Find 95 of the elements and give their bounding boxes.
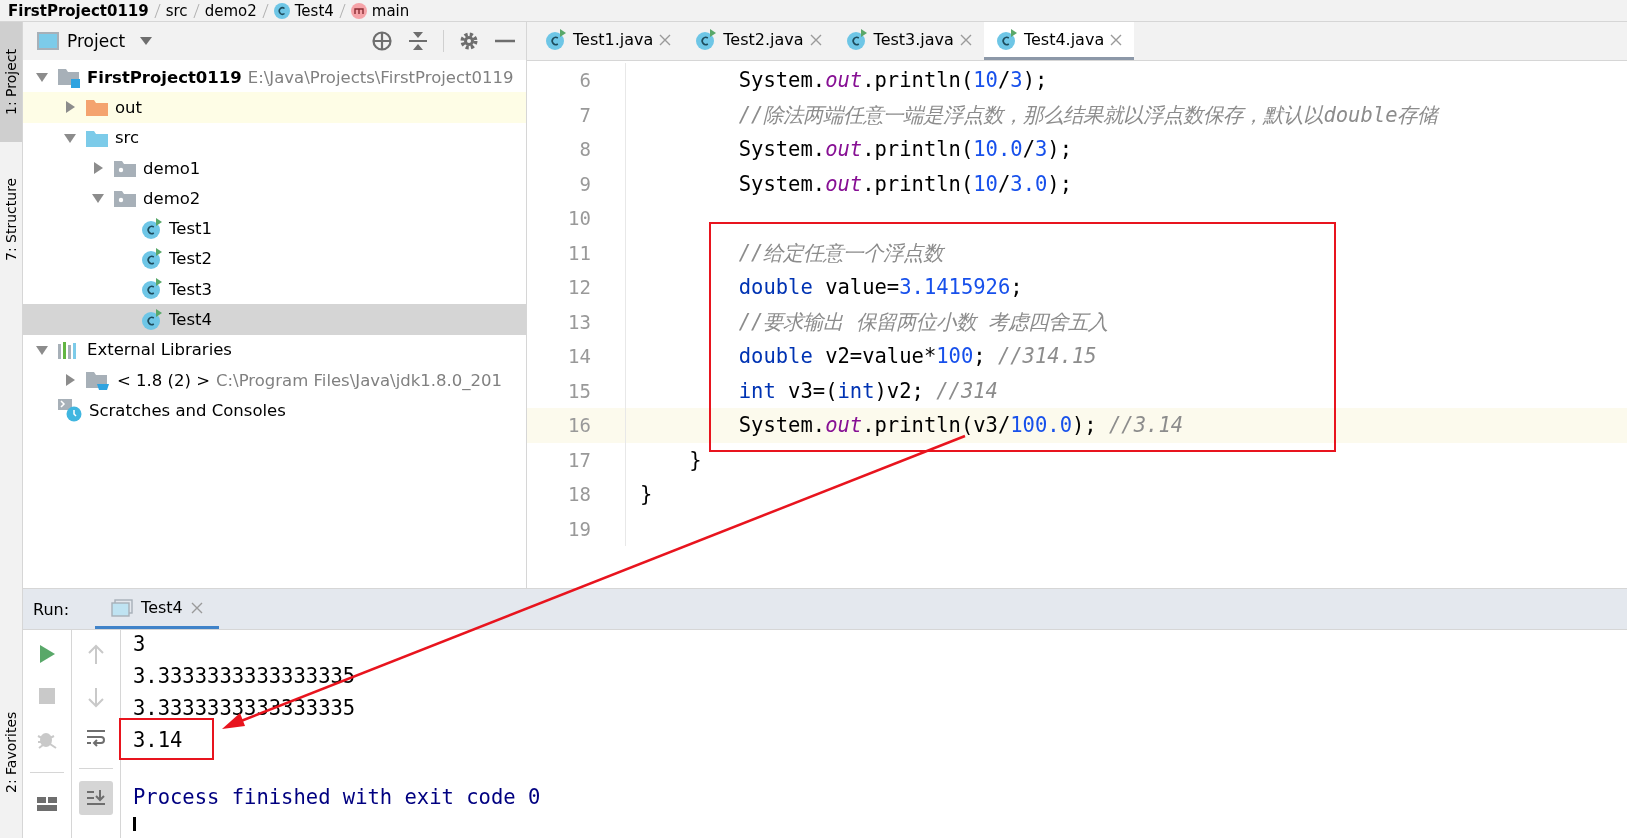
line-number: 13	[567, 310, 591, 333]
class-icon	[141, 278, 163, 301]
console-output-line: 3	[133, 632, 146, 656]
code-text: }	[688, 447, 702, 472]
editor-tab[interactable]: Test2.java	[683, 22, 834, 60]
text-cursor	[133, 817, 136, 831]
code-text: }	[640, 482, 653, 507]
scroll-to-end-button[interactable]	[79, 781, 113, 815]
tree-item[interactable]: < 1.8 (2) > C:\Program Files\Java\jdk1.8.0_201	[23, 364, 526, 396]
code-text: //除法两端任意一端是浮点数，那么结果就以浮点数保存，默认以double存储	[737, 101, 1438, 129]
tree-item[interactable]: demo1	[23, 152, 526, 184]
line-number: 11	[567, 241, 591, 264]
tree-item[interactable]: Test2	[23, 243, 526, 275]
tree-item[interactable]: Test1	[23, 213, 526, 244]
line-number: 19	[567, 517, 591, 540]
project-view-dropdown[interactable]: Project	[67, 31, 126, 51]
collapse-all-icon[interactable]	[407, 30, 429, 52]
line-number: 10	[567, 207, 591, 230]
line-number: 12	[567, 276, 591, 299]
tree-item[interactable]: src	[23, 122, 526, 153]
console-output-line: 3.14	[133, 728, 183, 752]
window-icon	[37, 32, 59, 50]
tool-window-button[interactable]: 7: Structure	[0, 157, 22, 282]
code-text: //要求输出 保留两位小数 考虑四舍五入	[737, 308, 1109, 336]
package-folder-icon	[113, 158, 137, 179]
scroll-to-end-icon	[85, 788, 107, 808]
layout-icon[interactable]	[36, 795, 58, 813]
code-text: double value=3.1415926;	[737, 275, 1023, 300]
code-text: double v2=value*100; //314.15	[737, 344, 1097, 369]
tree-item[interactable]: Test3	[23, 274, 526, 305]
close-icon[interactable]	[1110, 33, 1123, 46]
line-number: 8	[578, 138, 591, 161]
close-icon[interactable]	[659, 33, 672, 46]
class-icon	[845, 28, 868, 51]
run-tab[interactable]: Test4	[95, 589, 219, 629]
class-icon	[995, 28, 1018, 51]
tree-item[interactable]: FirstProject0119 E:\Java\Projects\FirstProject0119	[23, 62, 526, 93]
line-number: 16	[567, 414, 591, 437]
folder-icon	[85, 97, 109, 118]
code-text: System.out.println(10/3.0);	[737, 171, 1072, 196]
settings-icon[interactable]	[458, 30, 480, 52]
tool-window-button[interactable]: 2: Favorites	[0, 692, 22, 812]
close-icon[interactable]	[190, 601, 203, 614]
breadcrumb-item[interactable]: FirstProject0119	[8, 1, 149, 20]
console-icon	[111, 598, 134, 617]
tree-item[interactable]: out	[23, 92, 526, 123]
class-icon	[141, 217, 163, 240]
code-text: System.out.println(10.0/3);	[737, 137, 1072, 162]
jdk-folder-icon	[85, 369, 111, 392]
breadcrumb-item[interactable]: src	[165, 1, 188, 20]
code-text: System.out.println(v3/100.0); //3.14	[737, 413, 1184, 438]
tree-item[interactable]: External Libraries	[23, 334, 526, 365]
breadcrumb-item[interactable]: Test4	[273, 1, 334, 20]
line-number: 18	[567, 483, 591, 506]
package-folder-icon	[113, 188, 137, 209]
tree-item[interactable]: Scratches and Consoles	[23, 395, 526, 426]
code-text: System.out.println(10/3);	[737, 68, 1048, 93]
line-number: 17	[567, 448, 591, 471]
tool-window-button[interactable]: 1: Project	[0, 22, 22, 142]
crosshair-icon[interactable]	[371, 30, 393, 52]
breadcrumb-item[interactable]: main	[350, 1, 410, 20]
expand-toggle-icon[interactable]	[91, 161, 105, 176]
project-folder-icon	[57, 66, 81, 89]
console-output-line: 3.3333333333333335	[133, 664, 356, 688]
class-icon	[141, 308, 163, 331]
line-number: 9	[578, 172, 591, 195]
expand-toggle-icon[interactable]	[63, 100, 77, 115]
code-text: //给定任意一个浮点数	[737, 239, 944, 267]
console-output-line: Process finished with exit code 0	[133, 785, 541, 809]
path-text: E:\Java\Projects\FirstProject0119	[247, 67, 514, 87]
close-icon[interactable]	[959, 33, 972, 46]
class-icon	[695, 28, 718, 51]
code-text: int v3=(int)v2; //314	[737, 378, 998, 403]
caret-icon[interactable]	[139, 36, 154, 46]
expand-toggle-icon[interactable]	[63, 373, 77, 388]
path-text: C:\Program Files\Java\jdk1.8.0_201	[216, 370, 503, 390]
method-icon	[350, 2, 367, 19]
class-icon	[273, 2, 290, 19]
class-icon	[545, 28, 567, 51]
tree-item[interactable]: demo2	[23, 183, 526, 214]
tree-item[interactable]: Test4	[23, 304, 526, 335]
editor-tab[interactable]: Test1.java	[533, 22, 684, 60]
breadcrumb-item[interactable]: demo2	[204, 1, 257, 20]
editor-tab[interactable]: Test4.java	[983, 22, 1135, 60]
soft-wrap-icon[interactable]	[85, 728, 107, 748]
class-icon	[141, 247, 163, 270]
editor-tab[interactable]: Test3.java	[833, 22, 984, 60]
line-number: 15	[567, 379, 591, 402]
run-icon[interactable]	[37, 644, 57, 664]
close-icon[interactable]	[809, 33, 822, 46]
scratches-icon	[57, 398, 83, 423]
run-label: Run:	[33, 599, 70, 619]
line-number: 6	[578, 69, 591, 92]
line-number: 7	[578, 103, 591, 126]
line-number: 14	[567, 345, 591, 368]
